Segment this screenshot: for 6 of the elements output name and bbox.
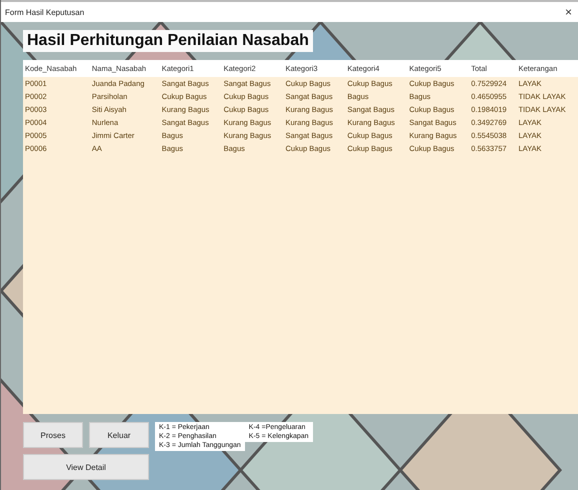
process-button[interactable]: Proses	[23, 422, 83, 448]
window-title: Form Hasil Keputusan	[5, 8, 84, 16]
close-button[interactable]: ×	[562, 5, 574, 19]
exit-button[interactable]: Keluar	[89, 422, 149, 448]
form-heading: Hasil Perhitungan Penilaian Nasabah	[23, 30, 313, 52]
view-detail-button[interactable]: View Detail	[23, 454, 149, 480]
